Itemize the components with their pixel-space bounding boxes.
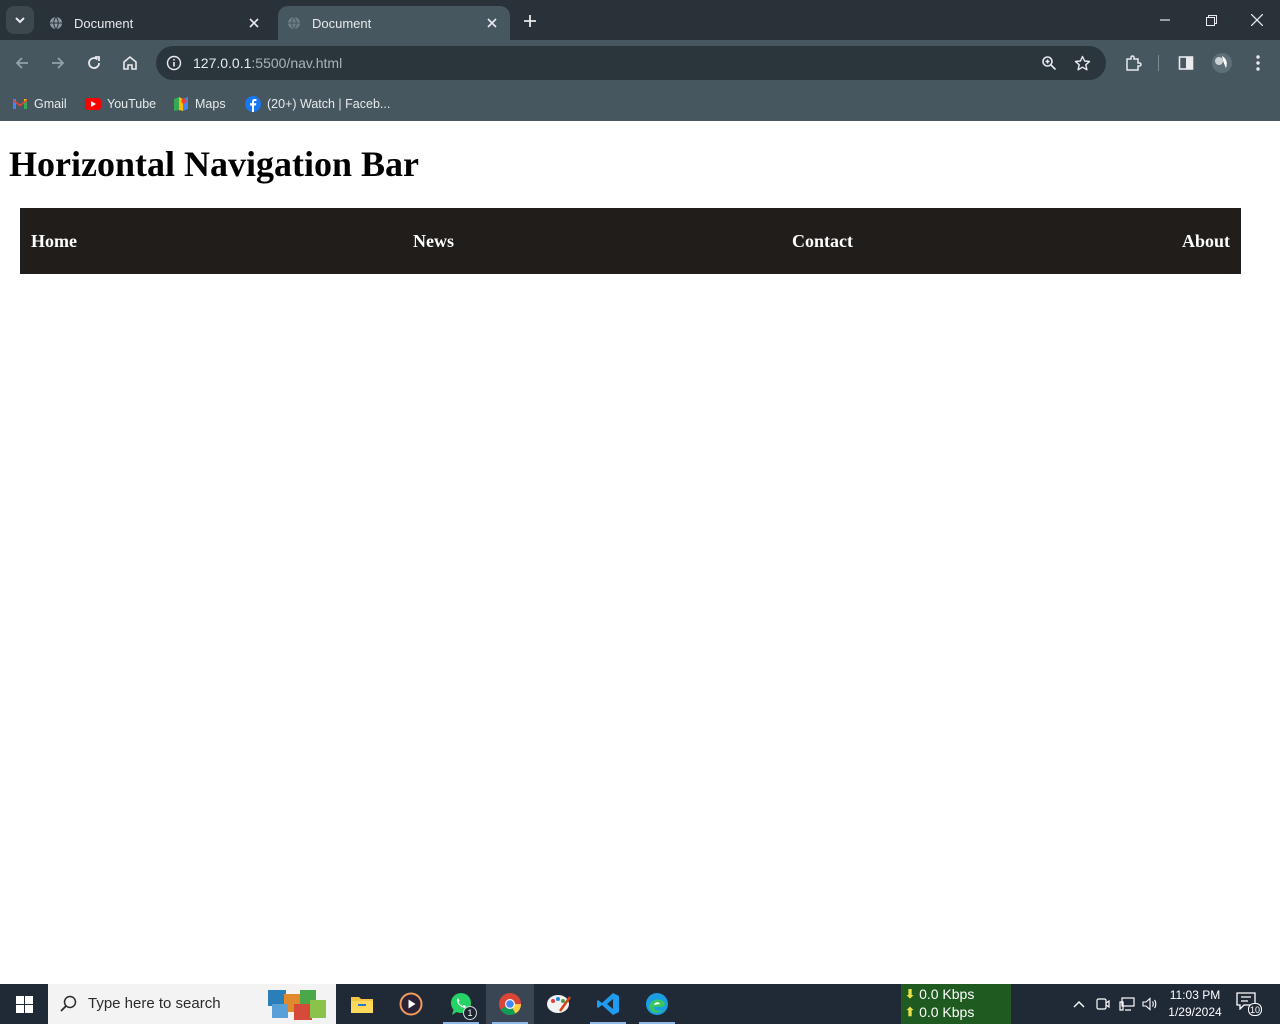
- taskbar-chrome[interactable]: [486, 984, 534, 1024]
- toolbar-divider: [1158, 55, 1159, 71]
- side-panel-icon[interactable]: [1172, 49, 1200, 77]
- notification-count: 10: [1248, 1003, 1262, 1016]
- close-icon: [1251, 14, 1263, 26]
- tab-search-button[interactable]: [6, 6, 34, 34]
- taskbar-file-explorer[interactable]: [338, 984, 386, 1024]
- url-text[interactable]: 127.0.0.1:5500/nav.html: [193, 55, 342, 71]
- gmail-icon: [12, 96, 28, 112]
- arrow-right-icon: [52, 57, 65, 69]
- extensions-icon[interactable]: [1119, 49, 1147, 77]
- network-icon[interactable]: [1117, 994, 1137, 1014]
- url-path: :5500/nav.html: [251, 55, 343, 71]
- meet-now-icon[interactable]: [1093, 994, 1113, 1014]
- arrow-up-icon: ⬆: [905, 1005, 916, 1019]
- maps-icon: [173, 96, 189, 112]
- arrow-left-icon: [15, 57, 28, 69]
- search-highlight-puzzle-icon: [268, 990, 326, 1020]
- globe-icon: [48, 15, 64, 31]
- browser-tab-1[interactable]: Document: [40, 6, 272, 40]
- globe-icon: [286, 15, 302, 31]
- system-clock[interactable]: 11:03 PM 1/29/2024: [1162, 987, 1228, 1021]
- forward-button[interactable]: [44, 49, 72, 77]
- search-placeholder: Type here to search: [88, 995, 221, 1012]
- youtube-icon: [85, 96, 101, 112]
- facebook-icon: [245, 96, 261, 112]
- web-page: Horizontal Navigation Bar Home News Cont…: [0, 121, 1280, 984]
- tab-title: Document: [74, 15, 134, 31]
- clock-date: 1/29/2024: [1168, 1005, 1222, 1019]
- net-upload: ⬆ 0.0 Kbps: [905, 1003, 974, 1021]
- bookmark-label: Maps: [195, 97, 226, 111]
- paint-icon: [547, 995, 572, 1013]
- taskbar-vscode[interactable]: [584, 984, 632, 1024]
- whatsapp-badge: 1: [463, 1006, 477, 1020]
- nav-link-home[interactable]: Home: [31, 231, 77, 252]
- start-button[interactable]: [0, 984, 48, 1024]
- browser-toolbar: 127.0.0.1:5500/nav.html: [0, 40, 1280, 86]
- home-icon: [123, 55, 137, 70]
- edge-icon: [646, 993, 668, 1015]
- menu-kebab-icon[interactable]: [1244, 49, 1272, 77]
- reload-button[interactable]: [80, 49, 108, 77]
- zoom-icon[interactable]: [1037, 51, 1061, 75]
- chrome-icon: [499, 993, 521, 1015]
- nav-link-contact[interactable]: Contact: [792, 231, 853, 252]
- bookmark-label: (20+) Watch | Faceb...: [267, 97, 391, 111]
- tab-title: Document: [312, 15, 372, 31]
- nav-link-about[interactable]: About: [1182, 231, 1230, 252]
- vscode-icon: [597, 993, 619, 1015]
- net-download-value: 0.0 Kbps: [919, 986, 975, 1002]
- windows-logo-icon: [15, 995, 33, 1013]
- close-tab-icon[interactable]: [244, 13, 264, 33]
- tray-overflow-chevron-icon[interactable]: [1069, 994, 1089, 1014]
- volume-icon[interactable]: [1140, 994, 1160, 1014]
- plus-icon: [524, 15, 536, 27]
- minimize-button[interactable]: [1142, 0, 1188, 40]
- new-tab-button[interactable]: [518, 9, 542, 33]
- bookmark-star-icon[interactable]: [1070, 51, 1094, 75]
- taskbar-whatsapp[interactable]: 1: [437, 984, 485, 1024]
- close-tab-icon[interactable]: [482, 13, 502, 33]
- bookmark-youtube[interactable]: YouTube: [85, 92, 156, 116]
- network-speed-meter: ⬇ 0.0 Kbps ⬆ 0.0 Kbps: [901, 984, 1011, 1024]
- url-host: 127.0.0.1: [193, 55, 252, 71]
- file-explorer-icon: [351, 997, 373, 1013]
- taskbar-media-player[interactable]: [387, 984, 435, 1024]
- profile-avatar-icon[interactable]: [1208, 49, 1236, 77]
- notification-center-button[interactable]: 10: [1236, 992, 1262, 1016]
- clock-time: 11:03 PM: [1169, 988, 1221, 1002]
- search-icon: [60, 995, 77, 1012]
- bookmark-facebook[interactable]: (20+) Watch | Faceb...: [245, 92, 390, 116]
- restore-button[interactable]: [1188, 0, 1234, 40]
- taskbar-search-box[interactable]: Type here to search: [48, 984, 336, 1024]
- bookmark-maps[interactable]: Maps: [173, 92, 226, 116]
- browser-tab-2[interactable]: Document: [278, 6, 510, 40]
- bookmarks-bar: Gmail YouTube Maps (20+) Watch | Faceb..…: [0, 86, 1280, 121]
- close-window-button[interactable]: [1234, 0, 1280, 40]
- media-player-icon: [399, 992, 423, 1016]
- reload-icon: [88, 56, 100, 69]
- address-bar[interactable]: 127.0.0.1:5500/nav.html: [156, 46, 1106, 80]
- horizontal-nav-bar: Home News Contact About: [20, 208, 1241, 274]
- bookmark-label: YouTube: [107, 97, 157, 111]
- net-download: ⬇ 0.0 Kbps: [905, 985, 974, 1003]
- chevron-down-icon: [15, 17, 25, 24]
- site-info-icon[interactable]: [162, 51, 186, 75]
- home-button[interactable]: [116, 49, 144, 77]
- arrow-down-icon: ⬇: [905, 987, 916, 1001]
- taskbar-edge[interactable]: [633, 984, 681, 1024]
- windows-taskbar: Type here to search 1 ⬇ 0.0 Kbps ⬆ 0.0 Kbp…: [0, 984, 1280, 1024]
- bookmark-label: Gmail: [34, 97, 67, 111]
- page-title: Horizontal Navigation Bar: [9, 144, 419, 184]
- browser-tab-strip: Document Document: [0, 0, 1280, 40]
- restore-icon: [1205, 14, 1217, 26]
- net-upload-value: 0.0 Kbps: [919, 1004, 975, 1020]
- taskbar-paint[interactable]: [535, 984, 583, 1024]
- back-button[interactable]: [8, 49, 36, 77]
- nav-link-news[interactable]: News: [413, 231, 454, 252]
- bookmark-gmail[interactable]: Gmail: [12, 92, 67, 116]
- minimize-icon: [1160, 19, 1170, 21]
